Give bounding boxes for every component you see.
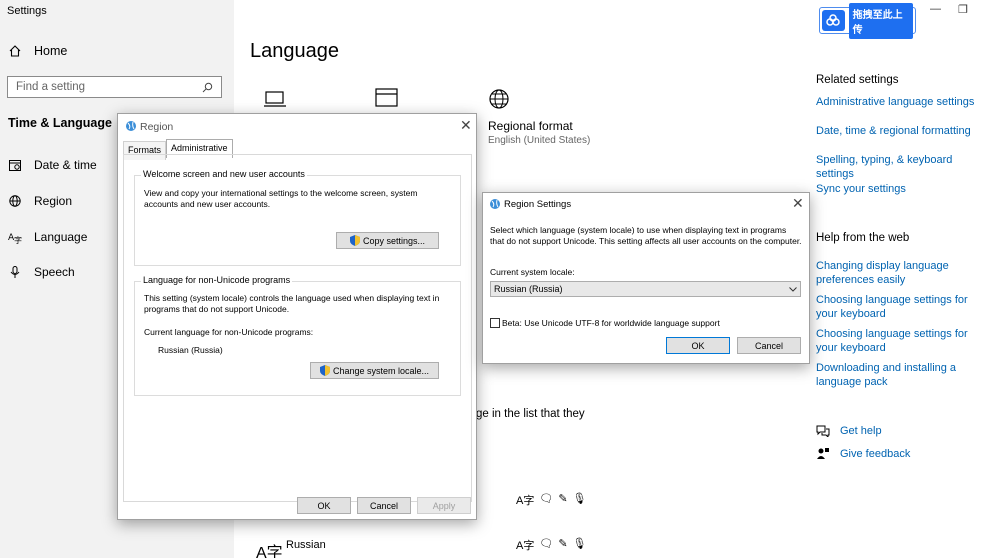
current-language-value: Russian (Russia) — [158, 345, 223, 355]
language-pack-icon: A字 — [516, 495, 535, 507]
copy-settings-button[interactable]: Copy settings... — [336, 232, 439, 249]
web-link-keyboard-2[interactable]: Choosing language settings for your keyb… — [816, 327, 992, 355]
search-icon[interactable] — [202, 82, 213, 93]
region-globe-icon — [490, 199, 500, 209]
administrative-pane: Welcome screen and new user accounts Vie… — [123, 154, 472, 502]
region-settings-cancel-button[interactable]: Cancel — [737, 337, 801, 354]
get-help-link[interactable]: Get help — [816, 424, 882, 437]
home-nav[interactable]: Home — [8, 44, 67, 58]
svg-text:字: 字 — [14, 235, 22, 244]
language-pack-icon: A字 — [516, 540, 535, 552]
regional-format-title[interactable]: Regional format — [488, 119, 573, 133]
nonunicode-group: Language for non-Unicode programs This s… — [134, 275, 461, 396]
region-cancel-button[interactable]: Cancel — [357, 497, 411, 514]
close-icon[interactable]: ✕ — [792, 195, 804, 212]
web-link-display-language[interactable]: Changing display language preferences ea… — [816, 259, 992, 287]
system-locale-select[interactable]: Russian (Russia) — [490, 281, 801, 297]
give-feedback-link[interactable]: Give feedback — [816, 447, 910, 460]
display-icon[interactable] — [263, 89, 287, 109]
region-settings-title: Region Settings — [504, 199, 572, 210]
language-name[interactable]: Russian — [286, 539, 326, 551]
globe-icon — [9, 195, 21, 207]
welcome-group-legend: Welcome screen and new user accounts — [141, 169, 307, 179]
region-globe-icon — [126, 121, 136, 131]
uac-shield-icon — [319, 365, 330, 376]
sidebar-item-label: Date & time — [34, 158, 97, 172]
microphone-icon — [10, 266, 20, 278]
chevron-down-icon — [789, 286, 797, 292]
related-link-sync[interactable]: Sync your settings — [816, 182, 992, 196]
help-web-heading: Help from the web — [816, 232, 910, 244]
sidebar-item-date-time[interactable]: Date & time — [8, 158, 97, 172]
web-link-language-pack[interactable]: Downloading and installing a language pa… — [816, 361, 992, 389]
region-settings-dialog: Region Settings ✕ Select which language … — [482, 192, 810, 364]
current-language-label: Current language for non-Unicode program… — [144, 327, 314, 337]
language-icon: A字 — [8, 233, 22, 244]
baidu-label: 拖拽至此上传 — [848, 2, 913, 39]
change-locale-label: Change system locale... — [332, 365, 430, 376]
regional-format-subtitle: English (United States) — [488, 135, 591, 146]
web-link-keyboard-1[interactable]: Choosing language settings for your keyb… — [816, 293, 992, 321]
sidebar-item-label: Region — [34, 194, 73, 208]
related-link-spelling[interactable]: Spelling, typing, & keyboard settings — [816, 153, 992, 181]
sidebar-item-speech[interactable]: Speech — [8, 265, 75, 279]
uac-shield-icon — [349, 235, 360, 246]
nonunicode-group-legend: Language for non-Unicode programs — [141, 275, 293, 285]
sidebar-item-language[interactable]: A字 Language — [8, 230, 87, 244]
welcome-group: Welcome screen and new user accounts Vie… — [134, 169, 461, 266]
language-feature-icons: A字 🗨 ✎ 🎙 — [516, 537, 587, 553]
minimize-icon[interactable]: — — [930, 3, 941, 15]
restore-icon[interactable]: ❐ — [958, 3, 968, 16]
region-dialog-title: Region — [140, 121, 174, 133]
baidu-upload-button[interactable]: 拖拽至此上传 — [819, 2, 916, 39]
sidebar-item-region[interactable]: Region — [8, 194, 72, 208]
preferred-languages-text: ge in the list that they — [476, 408, 585, 420]
home-icon — [9, 45, 21, 57]
speech-feature-icon: 🗨 — [539, 493, 554, 505]
copy-settings-label: Copy settings... — [362, 235, 426, 246]
regional-globe-icon[interactable] — [488, 88, 510, 110]
related-link-admin-language[interactable]: Administrative language settings — [816, 95, 992, 109]
feedback-icon — [817, 448, 829, 459]
page-title: Language — [250, 40, 339, 62]
region-dialog: Region ✕ Formats Administrative Welcome … — [117, 113, 477, 520]
region-apply-button[interactable]: Apply — [417, 497, 471, 514]
region-settings-description: Select which language (system locale) to… — [490, 225, 802, 246]
related-settings-heading: Related settings — [816, 74, 899, 86]
tts-icon: 🎙 — [572, 493, 587, 505]
sidebar-item-label: Speech — [34, 265, 75, 279]
speech-feature-icon: 🗨 — [539, 538, 554, 550]
calendar-icon — [9, 160, 21, 171]
region-ok-button[interactable]: OK — [297, 497, 351, 514]
section-title: Time & Language — [8, 116, 112, 130]
related-link-date-time[interactable]: Date, time & regional formatting — [816, 124, 992, 138]
close-icon[interactable]: ✕ — [460, 117, 472, 134]
utf8-beta-checkbox[interactable] — [490, 318, 500, 328]
system-locale-label: Current system locale: — [490, 267, 575, 277]
russian-language-icon: A字 — [256, 545, 283, 558]
region-settings-ok-button[interactable]: OK — [666, 337, 730, 354]
tts-icon: 🎙 — [572, 538, 587, 550]
sidebar-item-label: Language — [34, 230, 88, 244]
give-feedback-label: Give feedback — [840, 447, 911, 460]
search-placeholder: Find a setting — [16, 81, 86, 93]
welcome-group-text: View and copy your international setting… — [144, 188, 418, 209]
cloud-icon — [822, 10, 845, 31]
get-help-label: Get help — [840, 424, 882, 437]
change-system-locale-button[interactable]: Change system locale... — [310, 362, 439, 379]
handwriting-icon: ✎ — [558, 493, 568, 505]
language-feature-icons: A字 🗨 ✎ 🎙 — [516, 492, 587, 508]
handwriting-icon: ✎ — [558, 538, 568, 550]
search-input[interactable]: Find a setting — [7, 76, 222, 98]
home-label: Home — [34, 44, 68, 58]
nonunicode-group-text: This setting (system locale) controls th… — [144, 293, 440, 314]
system-locale-value: Russian (Russia) — [494, 284, 563, 294]
app-title: Settings — [7, 5, 47, 17]
window-icon[interactable] — [375, 88, 399, 108]
help-chat-icon — [816, 425, 830, 437]
utf8-beta-label: Beta: Use Unicode UTF-8 for worldwide la… — [502, 318, 720, 328]
